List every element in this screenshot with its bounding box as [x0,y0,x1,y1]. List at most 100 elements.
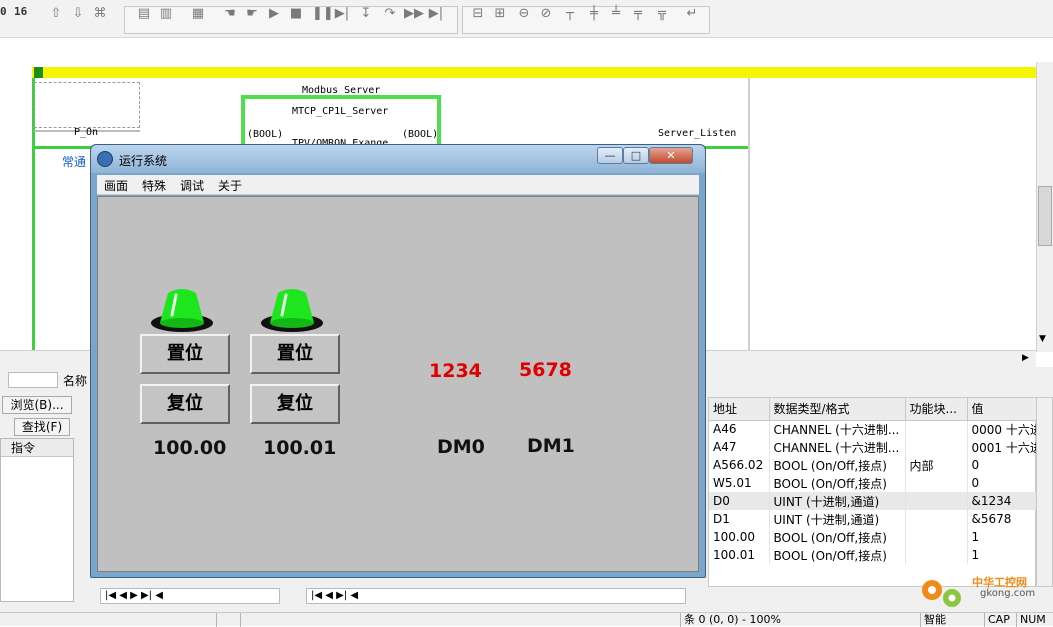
step-into-icon[interactable]: ↧ [358,7,374,21]
line-horizontal-icon[interactable]: ┬ [562,7,578,21]
sheet-nav-left[interactable]: |◀ ◀ ▶ ▶| ◀ [100,588,280,604]
return-icon[interactable]: ↵ [684,7,700,21]
pause-icon[interactable]: ❚❚ [312,7,334,21]
toolbar-sixteen-label: 16 [14,5,28,18]
row-type: CHANNEL (十六进制... [769,420,906,438]
scroll-right-icon[interactable]: ▶ [1022,353,1029,363]
table-row[interactable]: D0 UINT (十进制,通道) &1234 [709,492,1038,510]
binoculars-icon[interactable]: ⌘ [92,7,108,21]
output-name: Server_Listen [658,128,737,139]
col-datatype[interactable]: 数据类型/格式 [769,398,906,421]
fast-forward-icon[interactable]: ▶▶ [404,7,424,21]
find-button[interactable]: 查找(F) [14,418,70,436]
maximize-button[interactable]: □ [623,147,649,164]
selection-cursor [34,82,140,128]
cross-ref-icon[interactable]: ▦ [190,7,206,21]
menu-debug[interactable]: 调试 [180,177,204,194]
reset-button-1[interactable]: 复位 [140,384,230,424]
row-value: 0 [967,474,1038,492]
watch-vertical-scrollbar[interactable] [1036,397,1053,587]
right-power-rail [748,78,750,350]
col-fb[interactable]: 功能块... [905,398,968,421]
line-vertical-icon[interactable]: ╪ [586,7,602,21]
row-type: BOOL (On/Off,接点) [769,528,906,546]
coil-nc-icon[interactable]: ⊘ [538,7,554,21]
table-row[interactable]: A47 CHANNEL (十六进制... 0001 十六进 [709,438,1038,456]
runtime-titlebar[interactable]: 运行系统 — □ ✕ [91,145,705,173]
contact-no-icon[interactable]: ⊟ [470,7,486,21]
name-input[interactable] [8,372,58,388]
close-button[interactable]: ✕ [649,147,693,164]
sheet-nav-right[interactable]: |◀ ◀ ▶| ◀ [306,588,686,604]
scroll-down-icon[interactable]: ▼ [1039,334,1046,344]
fb-out-type: (BOOL) [402,129,439,140]
table-row[interactable]: A566.02 BOOL (On/Off,接点) 内部 0 [709,456,1038,474]
step-out-icon[interactable]: ▶| [428,7,444,21]
status-num: NUM [1016,613,1053,627]
instruction-icon[interactable]: ╦ [654,7,670,21]
row-type: BOOL (On/Off,接点) [769,546,906,564]
reset-button-2[interactable]: 复位 [250,384,340,424]
lamp-1-address: 100.00 [153,437,227,459]
instruction-list[interactable]: 指令 [0,438,74,602]
up-arrow-icon[interactable]: ⇧ [48,7,64,21]
down-arrow-icon[interactable]: ⇩ [70,7,86,21]
stop-icon[interactable]: ■ [288,7,304,21]
toolbar-zero-label: 0 [0,5,7,18]
coil-icon[interactable]: ⊖ [516,7,532,21]
set-button-2[interactable]: 置位 [250,334,340,374]
row-value: 1 [967,528,1038,546]
play-icon[interactable]: ▶ [266,7,282,21]
rung-wire-left [34,146,94,149]
ladder-vertical-scrollbar[interactable]: ▼ [1036,62,1053,352]
dm1-value: 5678 [519,359,572,381]
table-row[interactable]: 100.01 BOOL (On/Off,接点) 1 [709,546,1038,564]
hand-run-icon[interactable]: ☛ [244,7,260,21]
status-mode: 智能 [920,613,982,627]
table-row[interactable]: A46 CHANNEL (十六进制... 0000 十六进 [709,420,1038,438]
minimize-button[interactable]: — [597,147,623,164]
set-button-1[interactable]: 置位 [140,334,230,374]
watch-table: 地址 数据类型/格式 功能块... 值 A46 CHANNEL (十六进制... 0… [709,398,1038,564]
menu-special[interactable]: 特殊 [142,177,166,194]
row-type: UINT (十进制,通道) [769,492,906,510]
contact-comment: 常通 [62,155,87,169]
row-value: 1 [967,546,1038,564]
col-value[interactable]: 值 [967,398,1038,421]
status-cell-1 [216,613,240,627]
runtime-window[interactable]: 运行系统 — □ ✕ 画面 特殊 调试 关于 置位 置位 复位 复位 100.0… [90,144,706,578]
row-value: &1234 [967,492,1038,510]
row-fb [905,474,968,492]
menu-screen[interactable]: 画面 [104,177,128,194]
status-bar: 条 0 (0, 0) - 100% 智能 CAP NUM [0,612,1053,627]
row-value: &5678 [967,510,1038,528]
status-cell-2 [240,613,306,627]
step-icon[interactable]: ▶| [334,7,350,21]
io-table-icon[interactable]: ▤ [136,7,152,21]
row-addr: A566.02 [709,456,770,474]
lamp-2-address: 100.01 [263,437,337,459]
hand-icon[interactable]: ☚ [222,7,238,21]
row-addr: 100.01 [709,546,770,564]
line-branch-icon[interactable]: ╤ [630,7,646,21]
watch-window[interactable]: 地址 数据类型/格式 功能块... 值 A46 CHANNEL (十六进制... 0… [708,397,1038,587]
browse-button[interactable]: 浏览(B)... [2,396,72,414]
table-row[interactable]: 100.00 BOOL (On/Off,接点) 1 [709,528,1038,546]
symbol-table-icon[interactable]: ▥ [158,7,174,21]
contact-nc-icon[interactable]: ⊞ [492,7,508,21]
table-row[interactable]: D1 UINT (十进制,通道) &5678 [709,510,1038,528]
line-tee-icon[interactable]: ╧ [608,7,624,21]
watermark-logo: 中华工控网 gkong.com [918,572,1048,610]
table-row[interactable]: W5.01 BOOL (On/Off,接点) 0 [709,474,1038,492]
step-over-icon[interactable]: ↷ [382,7,398,21]
indicator-lamp-1 [151,289,213,332]
row-value: 0000 十六进 [967,420,1038,438]
row-value: 0001 十六进 [967,438,1038,456]
vertical-scroll-thumb[interactable] [1038,186,1052,246]
indicator-lamp-2 [261,289,323,332]
row-addr: 100.00 [709,528,770,546]
dm0-label: DM0 [437,436,485,458]
col-address[interactable]: 地址 [709,398,770,421]
watch-header-row: 地址 数据类型/格式 功能块... 值 [709,398,1038,421]
menu-about[interactable]: 关于 [218,177,242,194]
